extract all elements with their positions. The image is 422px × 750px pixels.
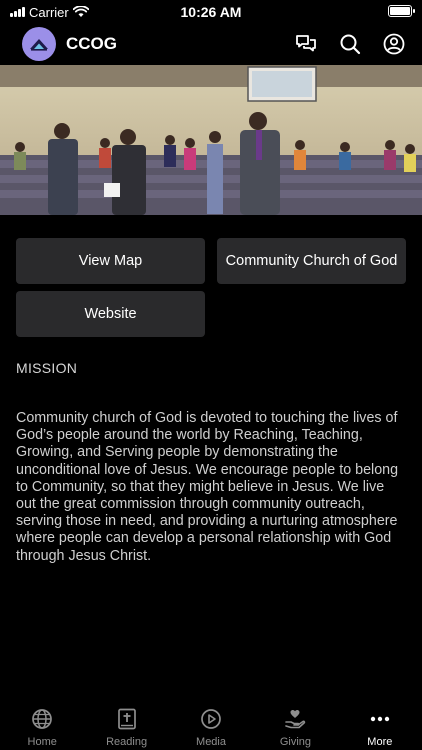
tab-label: Media bbox=[196, 736, 226, 748]
chat-icon[interactable] bbox=[294, 32, 318, 56]
carrier-label: Carrier bbox=[29, 4, 69, 20]
search-icon[interactable] bbox=[338, 32, 362, 56]
view-map-button[interactable]: View Map bbox=[16, 238, 205, 284]
hero-image bbox=[0, 65, 422, 215]
play-icon bbox=[199, 707, 223, 731]
tab-home[interactable]: Home bbox=[0, 700, 84, 750]
tab-label: More bbox=[367, 736, 393, 748]
more-icon bbox=[368, 707, 392, 731]
tab-label: Home bbox=[27, 736, 57, 748]
website-button[interactable]: Website bbox=[16, 291, 205, 337]
tab-label: Reading bbox=[106, 736, 148, 748]
bible-icon bbox=[115, 707, 139, 731]
globe-icon bbox=[30, 707, 54, 731]
tab-bar: Home Reading Media Giving More bbox=[0, 700, 422, 750]
app-header: CCOG bbox=[0, 24, 422, 64]
mission-heading: MISSION bbox=[16, 360, 78, 376]
status-bar: Carrier 10:26 AM bbox=[0, 0, 422, 24]
tab-label: Giving bbox=[279, 736, 312, 748]
tab-reading[interactable]: Reading bbox=[84, 700, 168, 750]
tab-more[interactable]: More bbox=[338, 700, 422, 750]
tab-media[interactable]: Media bbox=[169, 700, 253, 750]
battery-icon bbox=[388, 5, 415, 17]
header-actions bbox=[294, 32, 406, 56]
app-title: CCOG bbox=[66, 34, 117, 53]
giving-icon bbox=[283, 707, 307, 731]
tab-giving[interactable]: Giving bbox=[253, 700, 337, 750]
signal-icon bbox=[10, 7, 25, 17]
church-logo[interactable] bbox=[22, 27, 56, 61]
wifi-icon bbox=[72, 6, 89, 17]
church-name-button[interactable]: Community Church of God bbox=[217, 238, 406, 284]
church-congregation-photo bbox=[0, 65, 422, 215]
mission-statement: Community church of God is devoted to to… bbox=[16, 410, 399, 564]
status-left: Carrier bbox=[10, 5, 89, 20]
battery-level bbox=[390, 7, 410, 15]
account-icon[interactable] bbox=[382, 32, 406, 56]
